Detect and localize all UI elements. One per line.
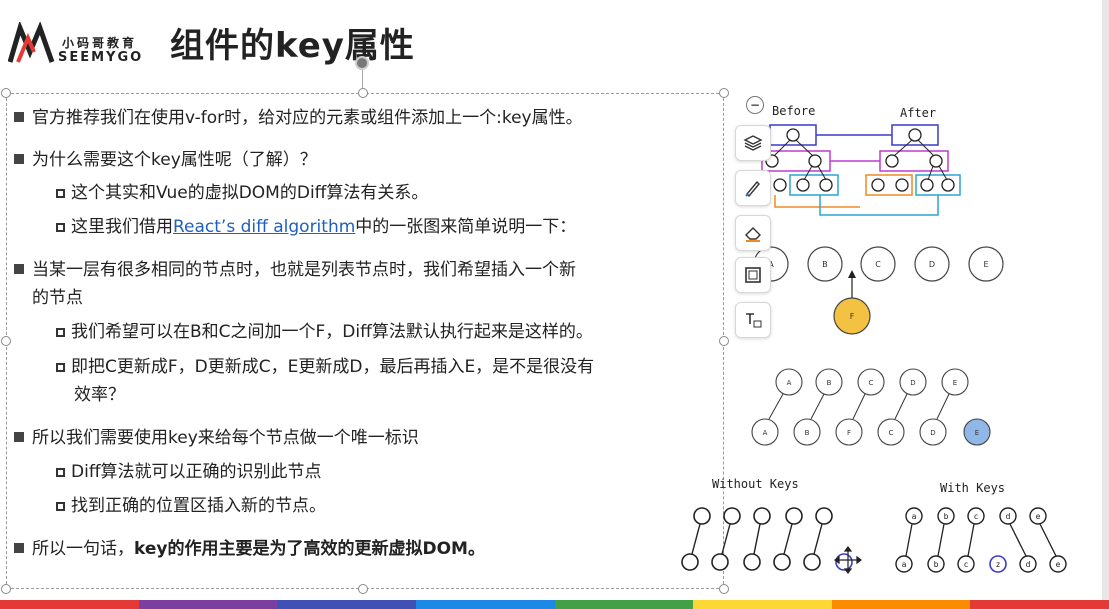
brand-name-en: SEEMYGO bbox=[58, 50, 144, 65]
frame-icon bbox=[745, 267, 761, 283]
svg-text:b: b bbox=[934, 560, 939, 569]
bullet-square-icon bbox=[14, 154, 24, 164]
rainbow-segment bbox=[693, 600, 832, 609]
sub-bullet-icon bbox=[56, 468, 65, 477]
rainbow-segment bbox=[415, 600, 555, 609]
svg-text:C: C bbox=[869, 379, 874, 387]
sub-bullet-icon bbox=[56, 328, 65, 337]
sub-bullet-line-4: 即把C更新成F，D更新成C，E更新成D，最后再插入E，是不是很没有 bbox=[56, 352, 594, 377]
svg-text:B: B bbox=[805, 429, 810, 437]
before-after-tree-diagram: Before After bbox=[761, 104, 961, 216]
bullet-square-icon bbox=[14, 543, 24, 553]
sub-bullet-icon bbox=[56, 223, 65, 232]
collapse-toolbar-button[interactable]: − bbox=[746, 96, 764, 114]
sub-bullet-line-2: 这里我们借用React’s diff algorithm中的一张图来简单说明一下… bbox=[56, 212, 576, 237]
svg-text:c: c bbox=[974, 512, 979, 521]
rainbow-segment bbox=[277, 600, 416, 609]
resize-handle-tl[interactable] bbox=[1, 88, 11, 98]
svg-text:B: B bbox=[822, 260, 828, 269]
bullet-line-1: 官方推荐我们在使用v-for时，给对应的元素或组件添加上一个:key属性。 bbox=[14, 103, 583, 128]
after-label: After bbox=[900, 106, 936, 120]
sub-bullet-line-3: 我们希望可以在B和C之间加一个F，Diff算法默认执行起来是这样的。 bbox=[56, 317, 593, 342]
rainbow-segment bbox=[831, 600, 971, 609]
rainbow-segment bbox=[554, 600, 694, 609]
svg-text:b: b bbox=[944, 512, 949, 521]
eraser-tool-button[interactable] bbox=[735, 215, 771, 251]
sub-bullet-line-1: 这个其实和Vue的虚拟DOM的Diff算法有关系。 bbox=[56, 178, 428, 203]
sub-bullet-line-4-cont: 效率？ bbox=[74, 385, 125, 405]
svg-text:E: E bbox=[975, 429, 979, 437]
svg-text:D: D bbox=[930, 429, 935, 437]
svg-text:d: d bbox=[1026, 560, 1031, 569]
sub-bullet-line-5: Diff算法就可以正确的识别此节点 bbox=[56, 457, 322, 482]
layers-icon bbox=[743, 135, 763, 151]
svg-text:E: E bbox=[953, 379, 957, 387]
without-keys-label: Without Keys bbox=[712, 477, 799, 491]
slide-header: 小码哥教育 SEEMYGO 组件的key属性 bbox=[0, 0, 1100, 80]
resize-handle-bl[interactable] bbox=[1, 584, 11, 594]
svg-text:D: D bbox=[929, 260, 935, 269]
sub-bullet-icon bbox=[56, 502, 65, 511]
bullet-line-4: 所以我们需要使用key来给每个节点做一个唯一标识 bbox=[14, 423, 419, 448]
svg-text:B: B bbox=[827, 379, 832, 387]
svg-text:e: e bbox=[1036, 512, 1041, 521]
mapping-diagram: A B C D E A B F C D E bbox=[751, 368, 991, 446]
bullet-line-3: 当某一层有很多相同的节点时，也就是列表节点时，我们希望插入一个新 bbox=[14, 255, 576, 280]
bullet-line-5: 所以一句话，key的作用主要是为了高效的更新虚拟DOM。 bbox=[14, 534, 485, 559]
eraser-icon bbox=[745, 227, 761, 242]
svg-text:a: a bbox=[912, 512, 917, 521]
rainbow-segment bbox=[138, 600, 278, 609]
svg-text:d: d bbox=[1006, 512, 1011, 521]
resize-handle-b[interactable] bbox=[358, 584, 368, 594]
resize-handle-r[interactable] bbox=[719, 336, 729, 346]
with-keys-label: With Keys bbox=[940, 481, 1005, 495]
text-tool-button[interactable] bbox=[735, 302, 771, 338]
text-icon bbox=[746, 313, 762, 328]
svg-text:F: F bbox=[850, 312, 855, 321]
svg-text:C: C bbox=[875, 260, 881, 269]
bullet-square-icon bbox=[14, 264, 24, 274]
resize-handle-l[interactable] bbox=[1, 336, 11, 346]
rainbow-segment bbox=[0, 600, 139, 609]
svg-text:a: a bbox=[902, 560, 907, 569]
react-diff-link[interactable]: React’s diff algorithm bbox=[173, 217, 355, 237]
resize-handle-br[interactable] bbox=[719, 584, 729, 594]
svg-text:F: F bbox=[847, 429, 851, 437]
sub-bullet-line-6: 找到正确的位置区插入新的节点。 bbox=[56, 491, 326, 516]
brand-name-cn: 小码哥教育 bbox=[62, 36, 138, 50]
rotate-handle[interactable] bbox=[355, 56, 369, 70]
svg-text:D: D bbox=[910, 379, 915, 387]
sub-bullet-icon bbox=[56, 363, 65, 372]
resize-handle-tr[interactable] bbox=[719, 88, 729, 98]
svg-text:z: z bbox=[996, 560, 1001, 569]
rainbow-segment bbox=[970, 600, 1109, 609]
svg-text:E: E bbox=[983, 260, 988, 269]
bullet-square-icon bbox=[14, 432, 24, 442]
svg-text:c: c bbox=[964, 560, 969, 569]
svg-text:A: A bbox=[763, 429, 768, 437]
bullet-line-2: 为什么需要这个key属性呢（了解）？ bbox=[14, 145, 317, 170]
brand-logo-icon bbox=[8, 22, 55, 63]
bullet-square-icon bbox=[14, 112, 24, 122]
pen-icon bbox=[745, 180, 760, 198]
pen-tool-button[interactable] bbox=[735, 170, 771, 206]
frame-tool-button[interactable] bbox=[735, 257, 771, 293]
svg-text:A: A bbox=[787, 379, 792, 387]
before-label: Before bbox=[772, 104, 815, 118]
keys-comparison-diagram: Without Keys With Keys a b c d e a b c z… bbox=[681, 477, 1067, 574]
rainbow-footer-bar bbox=[0, 600, 1109, 609]
insert-node-diagram: A B C D E F bbox=[753, 246, 1004, 335]
sub-bullet-icon bbox=[56, 189, 65, 198]
layers-tool-button[interactable] bbox=[735, 125, 771, 161]
svg-text:C: C bbox=[889, 429, 894, 437]
svg-text:e: e bbox=[1056, 560, 1061, 569]
resize-handle-t[interactable] bbox=[358, 88, 368, 98]
bullet-line-3-cont: 的节点 bbox=[32, 288, 83, 308]
slide-title[interactable]: 组件的key属性 bbox=[170, 18, 415, 67]
